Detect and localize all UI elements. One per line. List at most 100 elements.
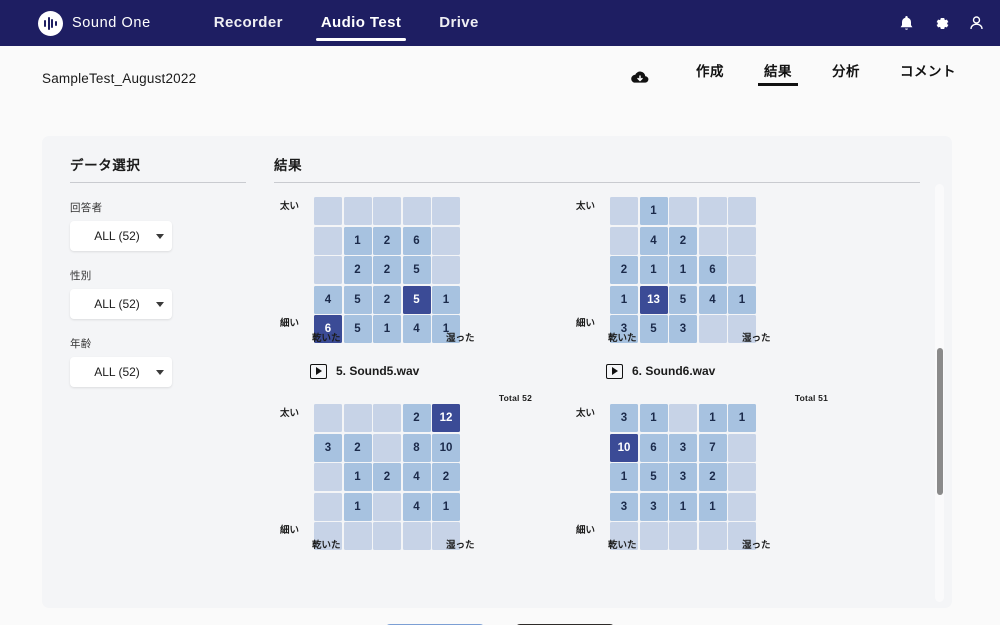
heatmap-cell[interactable]: 5 (343, 285, 372, 314)
heatmap-cell[interactable] (432, 226, 460, 255)
heatmap-cell[interactable]: 1 (610, 285, 638, 314)
play-icon[interactable] (606, 363, 623, 379)
gear-icon[interactable] (933, 15, 950, 32)
heatmap-cell[interactable]: 3 (639, 492, 668, 521)
heatmap-cell[interactable]: 4 (402, 492, 431, 521)
heatmap-cell[interactable]: 2 (373, 285, 401, 314)
heatmap-cell[interactable]: 1 (639, 197, 668, 225)
filter-respondent-select[interactable]: ALL (52) (70, 221, 172, 251)
main-tab-drive[interactable]: Drive (420, 0, 498, 46)
heatmap-cell[interactable]: 13 (639, 285, 668, 314)
heatmap-cell[interactable]: 5 (669, 285, 697, 314)
heatmap-cell[interactable] (402, 522, 431, 550)
heatmap-cell[interactable]: 1 (728, 285, 756, 314)
heatmap-cell[interactable]: 2 (373, 463, 401, 491)
heatmap-cell[interactable]: 6 (402, 226, 431, 255)
heatmap-cell[interactable] (698, 522, 727, 550)
heatmap-cell[interactable] (343, 404, 372, 432)
heatmap-cell[interactable] (314, 197, 342, 225)
heatmap-cell[interactable]: 1 (669, 256, 697, 284)
heatmap-cell[interactable] (432, 256, 460, 284)
sub-tab-analysis[interactable]: 分析 (812, 60, 880, 86)
heatmap-cell[interactable]: 2 (373, 226, 401, 255)
heatmap-cell[interactable]: 1 (432, 492, 460, 521)
heatmap-cell[interactable]: 10 (610, 433, 638, 462)
heatmap-cell[interactable]: 2 (698, 463, 727, 491)
heatmap-cell[interactable] (402, 197, 431, 225)
heatmap-cell[interactable] (610, 197, 638, 225)
filter-age-select[interactable]: ALL (52) (70, 357, 172, 387)
heatmap-cell[interactable] (610, 226, 638, 255)
brand-logo[interactable]: Sound One (38, 10, 151, 36)
heatmap-cell[interactable] (728, 256, 756, 284)
cloud-download-icon[interactable] (630, 70, 650, 86)
results-scrollbar[interactable] (935, 184, 944, 602)
heatmap-cell[interactable]: 5 (639, 463, 668, 491)
heatmap-cell[interactable]: 7 (698, 433, 727, 462)
heatmap-cell[interactable]: 5 (402, 256, 431, 284)
heatmap-cell[interactable] (669, 404, 697, 432)
play-icon[interactable] (310, 363, 327, 379)
heatmap-cell[interactable]: 1 (432, 285, 460, 314)
heatmap-cell[interactable]: 4 (402, 463, 431, 491)
filter-gender-select[interactable]: ALL (52) (70, 289, 172, 319)
heatmap-cell[interactable] (314, 256, 342, 284)
heatmap-cell[interactable]: 4 (314, 285, 342, 314)
heatmap-cell[interactable] (698, 226, 727, 255)
heatmap-cell[interactable] (669, 522, 697, 550)
heatmap-cell[interactable]: 1 (669, 492, 697, 521)
heatmap-cell[interactable]: 6 (639, 433, 668, 462)
sub-tab-comment[interactable]: コメント (880, 60, 976, 86)
heatmap-cell[interactable] (343, 522, 372, 550)
heatmap-cell[interactable] (343, 197, 372, 225)
heatmap-cell[interactable]: 4 (698, 285, 727, 314)
heatmap-cell[interactable]: 1 (373, 315, 401, 343)
sub-tab-create[interactable]: 作成 (676, 60, 744, 86)
heatmap-cell[interactable]: 2 (669, 226, 697, 255)
heatmap-cell[interactable] (373, 433, 401, 462)
heatmap-cell[interactable]: 2 (343, 256, 372, 284)
heatmap-cell[interactable]: 4 (639, 226, 668, 255)
heatmap-cell[interactable] (373, 404, 401, 432)
heatmap-cell[interactable] (728, 492, 756, 521)
heatmap-cell[interactable] (373, 197, 401, 225)
heatmap-cell[interactable]: 1 (639, 404, 668, 432)
heatmap-cell[interactable] (728, 226, 756, 255)
heatmap-cell[interactable]: 3 (669, 463, 697, 491)
results-scroll-view[interactable]: 太い 細い 乾いた 湿った 1 2 6 2 2 5 4 5 2 5 1 6 5 1 4 1 太い 細い 乾いた 湿った 1 4 2 2… (274, 184, 954, 608)
heatmap-cell[interactable]: 4 (402, 315, 431, 343)
heatmap-cell[interactable]: 10 (432, 433, 460, 462)
heatmap-cell[interactable]: 2 (432, 463, 460, 491)
heatmap-cell[interactable]: 5 (343, 315, 372, 343)
heatmap-cell[interactable] (669, 197, 697, 225)
heatmap-cell[interactable]: 1 (728, 404, 756, 432)
heatmap-cell[interactable] (314, 463, 342, 491)
heatmap-cell[interactable]: 1 (698, 404, 727, 432)
heatmap-cell[interactable]: 3 (610, 492, 638, 521)
audio-file-label[interactable]: 6. Sound6.wav (574, 349, 870, 393)
heatmap-cell[interactable]: 5 (402, 285, 431, 314)
heatmap-cell[interactable]: 12 (432, 404, 460, 432)
heatmap-cell[interactable] (314, 226, 342, 255)
heatmap-cell[interactable]: 1 (639, 256, 668, 284)
heatmap-cell[interactable]: 3 (669, 433, 697, 462)
heatmap-cell[interactable] (728, 463, 756, 491)
heatmap-cell[interactable] (373, 522, 401, 550)
heatmap-cell[interactable] (314, 492, 342, 521)
heatmap-cell[interactable]: 2 (610, 256, 638, 284)
heatmap-cell[interactable]: 3 (669, 315, 697, 343)
heatmap-cell[interactable]: 1 (343, 463, 372, 491)
heatmap-cell[interactable] (373, 492, 401, 521)
main-tab-audio-test[interactable]: Audio Test (302, 0, 420, 46)
heatmap-cell[interactable] (432, 197, 460, 225)
heatmap-cell[interactable]: 2 (373, 256, 401, 284)
heatmap-cell[interactable] (639, 522, 668, 550)
main-tab-recorder[interactable]: Recorder (195, 0, 302, 46)
sub-tab-results[interactable]: 結果 (744, 60, 812, 86)
heatmap-cell[interactable] (728, 433, 756, 462)
heatmap-cell[interactable]: 3 (610, 404, 638, 432)
results-scrollbar-thumb[interactable] (936, 348, 943, 495)
heatmap-cell[interactable]: 1 (343, 492, 372, 521)
heatmap-cell[interactable]: 1 (610, 463, 638, 491)
heatmap-cell[interactable] (728, 197, 756, 225)
